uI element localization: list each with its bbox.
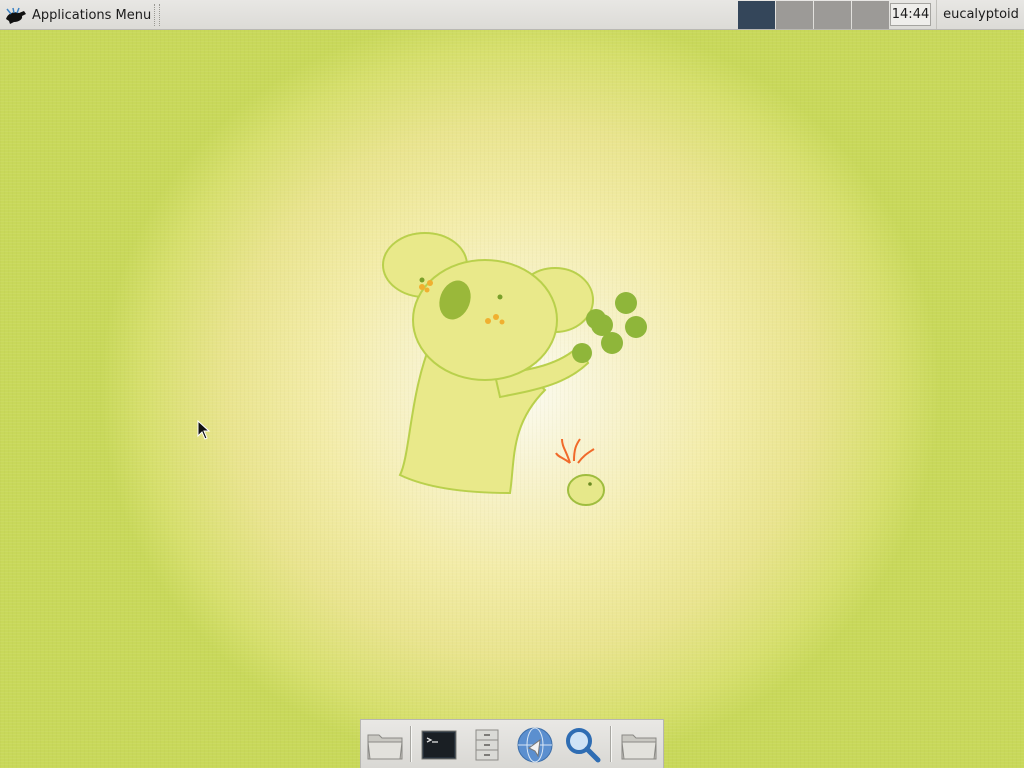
xfce-mouse-icon [6,7,26,24]
web-browser-launcher[interactable] [515,725,555,765]
workspace-1-button[interactable] [738,1,775,29]
folder-launcher-2[interactable] [619,725,659,765]
search-launcher[interactable] [563,725,603,765]
workspace-4-button[interactable] [852,1,889,29]
top-panel: Applications Menu 14:44 eucalyptoid [0,0,1024,30]
file-cabinet-icon [475,729,499,761]
web-browser-icon [517,727,553,763]
panel-handle[interactable] [154,4,160,26]
folder-launcher[interactable] [365,725,405,765]
dock-separator [610,726,612,762]
file-manager-launcher[interactable] [467,725,507,765]
workspace-3-button[interactable] [814,1,851,29]
dock-panel [360,719,664,768]
applications-menu-button[interactable]: Applications Menu [2,2,157,28]
dock-separator [410,726,412,762]
terminal-icon [421,730,457,760]
koala-wallpaper-illustration [382,232,647,506]
workspace-2-button[interactable] [776,1,813,29]
desktop-background[interactable]: Applications Menu 14:44 eucalyptoid [0,0,1024,768]
applications-menu-label: Applications Menu [32,7,152,23]
folder-icon [621,734,657,760]
clock[interactable]: 14:44 [890,3,931,26]
mouse-cursor-icon [197,420,211,440]
folder-icon [367,734,403,760]
user-menu[interactable]: eucalyptoid [936,0,1024,29]
search-icon [566,728,601,763]
terminal-launcher[interactable] [419,725,459,765]
workspace-switcher [738,1,889,29]
